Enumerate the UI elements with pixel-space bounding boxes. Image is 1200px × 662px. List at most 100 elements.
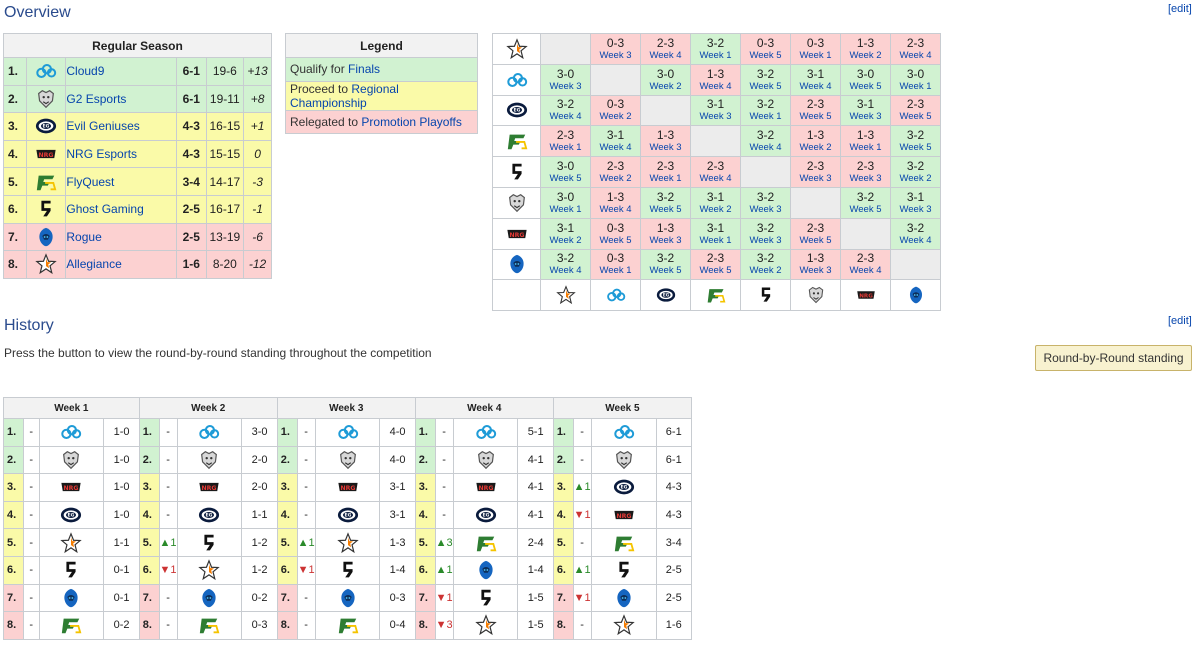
nrg-logo-icon[interactable]: NRG bbox=[590, 500, 657, 530]
matrix-week-link[interactable]: Week 5 bbox=[591, 235, 640, 246]
matrix-row-team-cloud9[interactable] bbox=[492, 63, 541, 96]
matrix-col-team-g2[interactable] bbox=[790, 279, 841, 312]
matrix-week-link[interactable]: Week 3 bbox=[741, 235, 790, 246]
matrix-col-team-flyquest[interactable] bbox=[690, 279, 741, 312]
matrix-week-link[interactable]: Week 1 bbox=[541, 142, 590, 153]
flyquest-logo-icon[interactable] bbox=[25, 167, 67, 196]
flyquest-logo-icon[interactable] bbox=[590, 528, 657, 557]
g2-logo-icon[interactable] bbox=[176, 445, 243, 475]
matrix-week-link[interactable]: Week 1 bbox=[791, 50, 840, 61]
standings-team-link[interactable]: G2 Esports bbox=[65, 84, 178, 114]
standings-team-link[interactable]: Rogue bbox=[65, 222, 178, 252]
rogue-logo-icon[interactable] bbox=[25, 222, 67, 252]
cloud9-logo-icon[interactable] bbox=[314, 418, 381, 447]
legend-item-link[interactable]: Finals bbox=[348, 62, 380, 76]
round-by-round-button[interactable]: Round-by-Round standing bbox=[1035, 345, 1192, 371]
matrix-week-link[interactable]: Week 3 bbox=[741, 204, 790, 215]
matrix-week-link[interactable]: Week 4 bbox=[691, 173, 740, 184]
matrix-col-team-allegiance[interactable] bbox=[540, 279, 591, 312]
ghost-logo-icon[interactable] bbox=[176, 528, 243, 557]
matrix-week-link[interactable]: Week 2 bbox=[891, 173, 940, 184]
eg-logo-icon[interactable]: EG bbox=[25, 112, 67, 141]
matrix-row-team-ghost[interactable] bbox=[492, 156, 541, 188]
nrg-logo-icon[interactable]: NRG bbox=[314, 473, 381, 502]
matrix-week-link[interactable]: Week 5 bbox=[641, 204, 690, 215]
legend-item-link[interactable]: Promotion Playoffs bbox=[361, 115, 462, 129]
g2-logo-icon[interactable] bbox=[38, 445, 105, 475]
nrg-logo-icon[interactable]: NRG bbox=[176, 473, 243, 502]
standings-team-link[interactable]: Ghost Gaming bbox=[65, 194, 178, 224]
matrix-row-team-eg[interactable]: EG bbox=[492, 94, 541, 127]
standings-team-link[interactable]: Allegiance bbox=[65, 250, 178, 279]
matrix-week-link[interactable]: Week 2 bbox=[791, 142, 840, 153]
eg-logo-icon[interactable]: EG bbox=[38, 500, 105, 530]
matrix-week-link[interactable]: Week 4 bbox=[541, 111, 590, 122]
matrix-col-team-cloud9[interactable] bbox=[590, 279, 641, 312]
allegiance-logo-icon[interactable] bbox=[38, 528, 105, 557]
cloud9-logo-icon[interactable] bbox=[25, 57, 67, 86]
matrix-week-link[interactable]: Week 3 bbox=[641, 235, 690, 246]
matrix-week-link[interactable]: Week 2 bbox=[741, 265, 790, 276]
matrix-week-link[interactable]: Week 4 bbox=[541, 265, 590, 276]
matrix-week-link[interactable]: Week 5 bbox=[691, 265, 740, 276]
matrix-week-link[interactable]: Week 4 bbox=[591, 204, 640, 215]
flyquest-logo-icon[interactable] bbox=[314, 611, 381, 640]
matrix-week-link[interactable]: Week 5 bbox=[791, 111, 840, 122]
matrix-week-link[interactable]: Week 1 bbox=[541, 204, 590, 215]
matrix-week-link[interactable]: Week 3 bbox=[791, 265, 840, 276]
matrix-col-team-nrg[interactable]: NRG bbox=[840, 279, 891, 312]
matrix-week-link[interactable]: Week 2 bbox=[841, 50, 890, 61]
matrix-row-team-g2[interactable] bbox=[492, 186, 541, 219]
rogue-logo-icon[interactable] bbox=[590, 583, 657, 613]
matrix-row-team-allegiance[interactable] bbox=[492, 33, 541, 65]
nrg-logo-icon[interactable]: NRG bbox=[452, 473, 519, 502]
matrix-week-link[interactable]: Week 5 bbox=[541, 173, 590, 184]
matrix-week-link[interactable]: Week 3 bbox=[591, 50, 640, 61]
rogue-logo-icon[interactable] bbox=[452, 555, 519, 585]
matrix-col-team-ghost[interactable] bbox=[740, 279, 791, 312]
matrix-week-link[interactable]: Week 1 bbox=[691, 50, 740, 61]
matrix-week-link[interactable]: Week 1 bbox=[691, 235, 740, 246]
rogue-logo-icon[interactable] bbox=[176, 583, 243, 613]
g2-logo-icon[interactable] bbox=[314, 445, 381, 475]
cloud9-logo-icon[interactable] bbox=[452, 418, 519, 447]
g2-logo-icon[interactable] bbox=[590, 445, 657, 475]
flyquest-logo-icon[interactable] bbox=[38, 611, 105, 640]
matrix-week-link[interactable]: Week 3 bbox=[791, 173, 840, 184]
nrg-logo-icon[interactable]: NRG bbox=[25, 139, 67, 169]
eg-logo-icon[interactable]: EG bbox=[452, 500, 519, 530]
matrix-week-link[interactable]: Week 1 bbox=[591, 265, 640, 276]
matrix-row-team-rogue[interactable] bbox=[492, 248, 541, 281]
matrix-week-link[interactable]: Week 2 bbox=[591, 173, 640, 184]
allegiance-logo-icon[interactable] bbox=[590, 611, 657, 640]
matrix-week-link[interactable]: Week 4 bbox=[841, 265, 890, 276]
matrix-week-link[interactable]: Week 3 bbox=[841, 173, 890, 184]
matrix-week-link[interactable]: Week 1 bbox=[841, 142, 890, 153]
matrix-week-link[interactable]: Week 4 bbox=[741, 142, 790, 153]
flyquest-logo-icon[interactable] bbox=[452, 528, 519, 557]
matrix-week-link[interactable]: Week 1 bbox=[891, 81, 940, 92]
rogue-logo-icon[interactable] bbox=[38, 583, 105, 613]
matrix-week-link[interactable]: Week 5 bbox=[891, 111, 940, 122]
ghost-logo-icon[interactable] bbox=[590, 555, 657, 585]
matrix-week-link[interactable]: Week 5 bbox=[841, 81, 890, 92]
allegiance-logo-icon[interactable] bbox=[452, 611, 519, 640]
matrix-week-link[interactable]: Week 5 bbox=[741, 50, 790, 61]
history-edit-link[interactable]: [edit] bbox=[1168, 315, 1192, 327]
allegiance-logo-icon[interactable] bbox=[25, 250, 67, 279]
matrix-week-link[interactable]: Week 5 bbox=[891, 142, 940, 153]
standings-team-link[interactable]: Evil Geniuses bbox=[65, 112, 178, 141]
eg-logo-icon[interactable]: EG bbox=[176, 500, 243, 530]
matrix-week-link[interactable]: Week 4 bbox=[641, 50, 690, 61]
nrg-logo-icon[interactable]: NRG bbox=[38, 473, 105, 502]
matrix-week-link[interactable]: Week 2 bbox=[691, 204, 740, 215]
matrix-row-team-flyquest[interactable] bbox=[492, 125, 541, 158]
matrix-week-link[interactable]: Week 3 bbox=[891, 204, 940, 215]
standings-team-link[interactable]: FlyQuest bbox=[65, 167, 178, 196]
ghost-logo-icon[interactable] bbox=[314, 555, 381, 585]
matrix-week-link[interactable]: Week 4 bbox=[691, 81, 740, 92]
eg-logo-icon[interactable]: EG bbox=[314, 500, 381, 530]
matrix-week-link[interactable]: Week 2 bbox=[541, 235, 590, 246]
g2-logo-icon[interactable] bbox=[452, 445, 519, 475]
matrix-week-link[interactable]: Week 5 bbox=[741, 81, 790, 92]
